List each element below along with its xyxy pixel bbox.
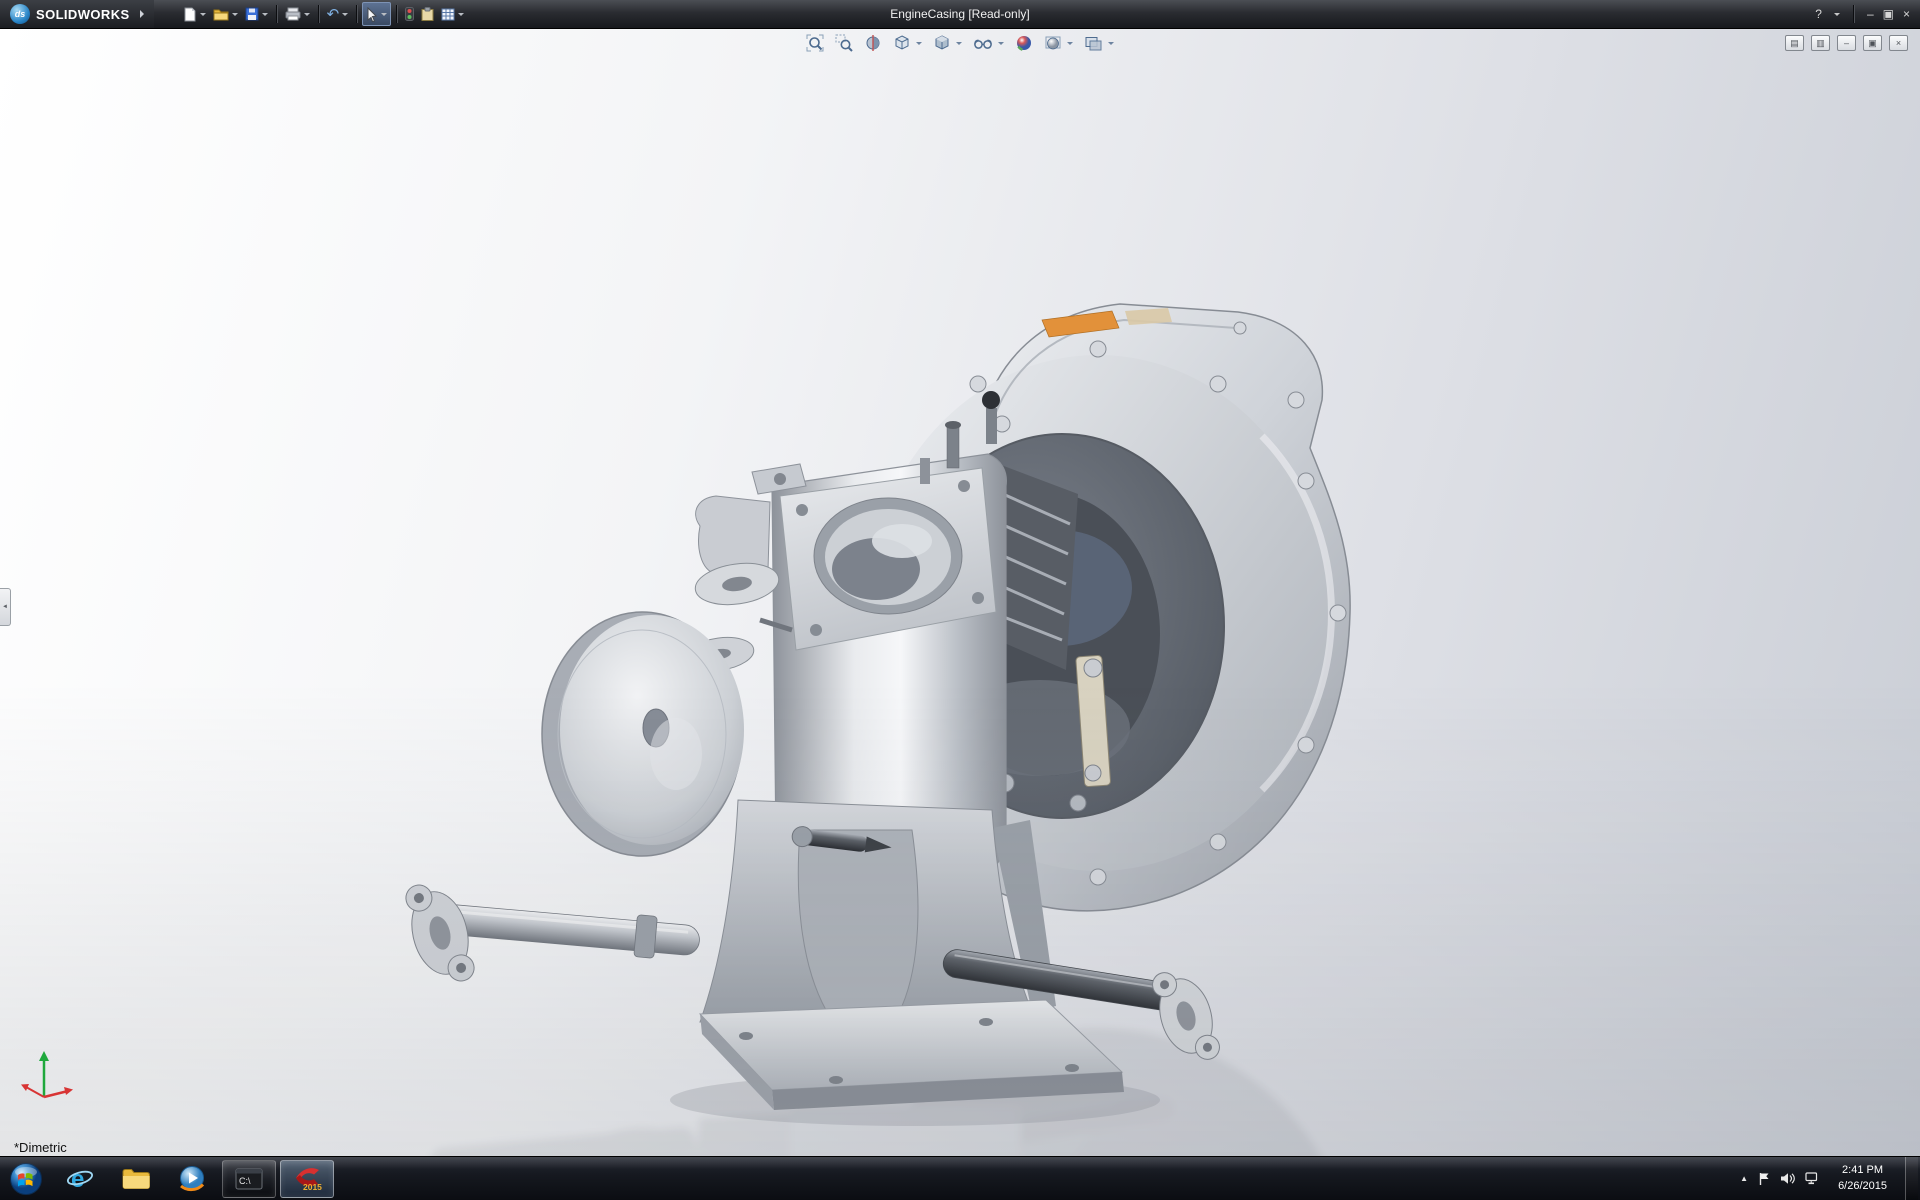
tan-decal — [1125, 308, 1172, 325]
zoom-to-fit-button[interactable] — [804, 33, 826, 53]
view-orientation-label: *Dimetric — [14, 1140, 67, 1155]
taskbar-items: e C:\ — [54, 1160, 334, 1198]
taskbar-item-command-prompt[interactable]: C:\ — [222, 1160, 276, 1198]
taskbar-item-media-player[interactable] — [166, 1161, 218, 1197]
taskbar-item-windows-explorer[interactable] — [110, 1161, 162, 1197]
new-document-button[interactable] — [180, 3, 209, 25]
display-style-button[interactable] — [931, 33, 964, 53]
view-orientation-cube-icon — [893, 34, 911, 52]
zoom-to-area-button[interactable] — [833, 33, 855, 53]
apply-scene-button[interactable] — [1042, 33, 1075, 53]
close-button[interactable]: × — [1903, 8, 1910, 20]
logo-text: SOLIDWORKS — [36, 7, 130, 22]
options-table-icon — [441, 8, 455, 21]
svg-text:e: e — [71, 1166, 84, 1193]
file-properties-icon — [421, 7, 434, 21]
engine-casing-model[interactable] — [0, 28, 1920, 1157]
select-cursor-icon — [366, 7, 378, 22]
view-settings-button[interactable] — [1082, 34, 1116, 53]
orientation-triad — [14, 1045, 74, 1105]
folder-icon — [121, 1167, 151, 1191]
view-orientation-button[interactable] — [891, 33, 924, 53]
hide-show-glasses-icon — [973, 35, 993, 51]
windows-start-orb-icon — [9, 1162, 43, 1196]
left-shaft[interactable] — [401, 876, 701, 990]
doc-close-button[interactable]: × — [1889, 35, 1908, 51]
rebuild-icon — [405, 7, 414, 21]
display-pane-icon[interactable]: ▥ — [1811, 35, 1830, 51]
heads-up-view-toolbar — [804, 33, 1116, 53]
undo-icon: ↶ — [327, 7, 340, 22]
network-icon[interactable] — [1805, 1172, 1820, 1185]
clock-time: 2:41 PM — [1838, 1163, 1887, 1178]
minimize-button[interactable]: – — [1867, 8, 1874, 20]
viewport[interactable]: ▤ ▥ – ▣ × ◄ *Dimetric — [0, 28, 1920, 1157]
taskbar: e C:\ — [0, 1156, 1920, 1200]
start-button[interactable] — [0, 1157, 52, 1200]
edit-appearance-button[interactable] — [1013, 33, 1035, 53]
open-button[interactable] — [210, 3, 241, 25]
left-shaft-flange — [401, 876, 479, 990]
options-button[interactable] — [438, 3, 467, 25]
collapsed-panel-tab[interactable]: ◄ — [0, 588, 11, 626]
save-button[interactable] — [242, 3, 271, 25]
taskbar-item-internet-explorer[interactable]: e — [54, 1161, 106, 1197]
action-center-flag-icon[interactable] — [1758, 1172, 1770, 1186]
hide-show-items-button[interactable] — [971, 34, 1006, 52]
speaker-icon[interactable] — [1780, 1172, 1795, 1185]
open-folder-icon — [213, 8, 229, 21]
save-icon — [245, 7, 259, 21]
zoom-to-area-icon — [835, 34, 853, 52]
display-style-cube-icon — [933, 34, 951, 52]
doc-minimize-button[interactable]: – — [1837, 35, 1856, 51]
black-cap — [982, 391, 1000, 409]
title-bar: ds SOLIDWORKS ↶ — [0, 0, 1920, 29]
media-player-icon — [178, 1165, 206, 1193]
solidworks-logo[interactable]: ds SOLIDWORKS — [0, 0, 154, 28]
command-prompt-icon: C:\ — [235, 1167, 263, 1191]
file-properties-button[interactable] — [418, 3, 437, 25]
3ds-logo-icon: ds — [10, 4, 30, 24]
taskbar-item-solidworks-2015[interactable]: 2015 — [280, 1160, 334, 1198]
undo-button[interactable]: ↶ — [324, 3, 352, 25]
svg-text:2015: 2015 — [303, 1182, 322, 1192]
document-window-controls: ▤ ▥ – ▣ × — [1785, 35, 1908, 51]
stand-arch — [798, 830, 918, 1010]
titlebar-window-controls: ? – ▣ × — [1815, 5, 1920, 23]
restore-button[interactable]: ▣ — [1883, 8, 1894, 20]
svg-text:C:\: C:\ — [239, 1176, 251, 1186]
select-button[interactable] — [362, 2, 391, 26]
solidworks-icon: 2015 — [292, 1165, 322, 1192]
view-settings-icon — [1084, 35, 1103, 52]
featuremanager-pane-icon[interactable]: ▤ — [1785, 35, 1804, 51]
system-tray: ▲ 2:41 PM 6/26/2015 — [1740, 1157, 1920, 1200]
section-view-button[interactable] — [862, 33, 884, 53]
print-icon — [285, 7, 301, 21]
hidden-icons-button[interactable]: ▲ — [1740, 1174, 1748, 1183]
apply-scene-ball-icon — [1044, 34, 1062, 52]
edit-appearance-ball-icon — [1015, 34, 1033, 52]
help-dropdown-icon[interactable] — [1834, 13, 1840, 16]
taskbar-clock[interactable]: 2:41 PM 6/26/2015 — [1830, 1163, 1895, 1194]
clock-date: 6/26/2015 — [1838, 1179, 1887, 1194]
section-view-icon — [864, 34, 882, 52]
new-document-icon — [183, 7, 197, 22]
rebuild-button[interactable] — [402, 3, 417, 25]
internet-explorer-icon: e — [66, 1165, 94, 1193]
menu-expand-arrow-icon[interactable] — [140, 10, 144, 18]
zoom-to-fit-icon — [806, 34, 824, 52]
help-button[interactable]: ? — [1815, 8, 1822, 20]
print-button[interactable] — [282, 3, 313, 25]
flywheel[interactable] — [542, 612, 744, 856]
standard-toolbar: ↶ — [180, 2, 468, 26]
doc-restore-button[interactable]: ▣ — [1863, 35, 1882, 51]
show-desktop-button[interactable] — [1905, 1157, 1918, 1200]
